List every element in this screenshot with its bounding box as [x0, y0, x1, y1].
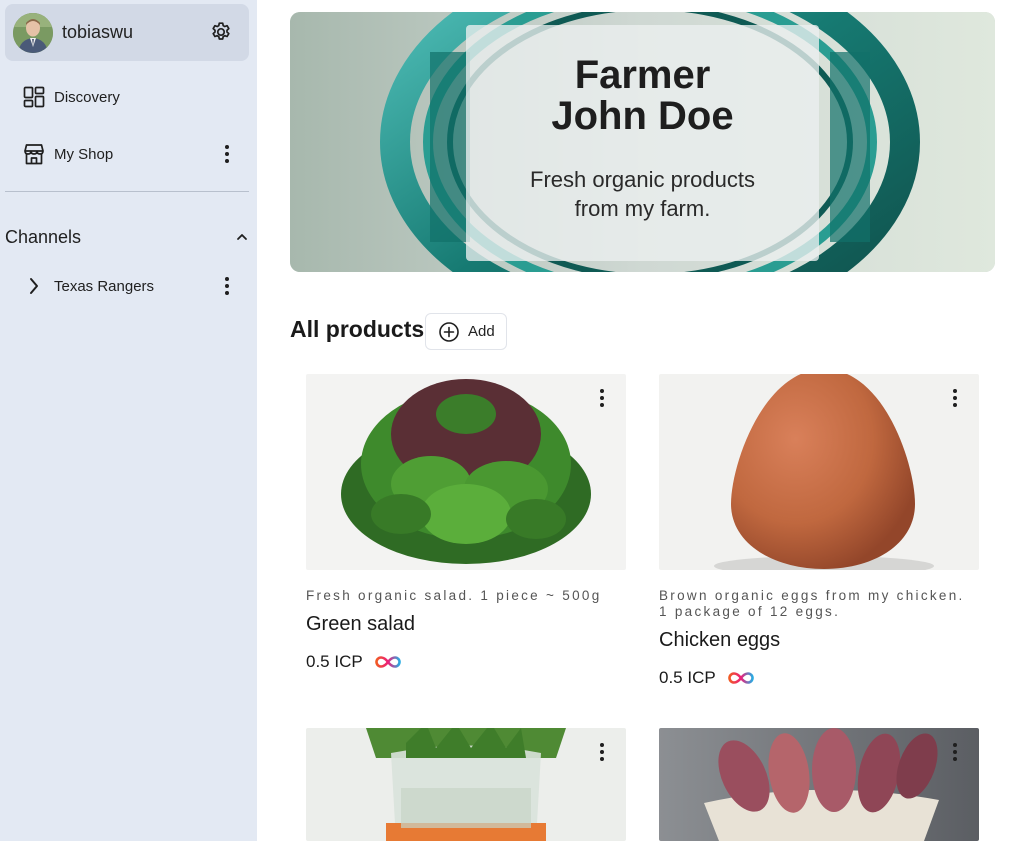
store-icon	[24, 144, 44, 165]
price-row: 0.5 ICP	[306, 652, 626, 672]
channels-heading: Channels	[5, 226, 82, 247]
more-options-icon[interactable]	[947, 740, 963, 764]
product-description: Fresh organic salad. 1 piece ~ 500g	[306, 588, 602, 603]
more-options-icon[interactable]	[219, 142, 235, 166]
channel-label: Texas Rangers	[54, 277, 155, 295]
plus-circle-icon	[439, 321, 459, 342]
sidebar-item-label: Discovery	[54, 88, 120, 106]
icp-logo-icon	[727, 672, 754, 684]
product-image[interactable]	[659, 728, 979, 841]
sidebar-item-label: My Shop	[54, 145, 114, 163]
more-options-icon[interactable]	[219, 274, 235, 298]
shop-title: Farmer John Doe	[551, 53, 734, 138]
banner-panel: Farmer John Doe Fresh organic products f…	[466, 25, 819, 261]
product-card[interactable]: Brown organic eggs from my chicken. 1 pa…	[659, 374, 979, 688]
more-options-icon[interactable]	[594, 740, 610, 764]
carrots-image	[306, 728, 626, 841]
chevron-right-icon	[30, 278, 38, 294]
sidebar: tobiaswu Discovery My Shop Channels Texa…	[0, 0, 257, 841]
gear-icon[interactable]	[209, 20, 233, 44]
sidebar-item-my-shop[interactable]: My Shop	[22, 138, 242, 170]
product-name: Green salad	[306, 613, 415, 635]
sweet-potatoes-image	[659, 728, 979, 841]
app-root: tobiaswu Discovery My Shop Channels Texa…	[0, 0, 1024, 841]
products-heading: All products	[290, 316, 425, 342]
product-card[interactable]: Fresh organic salad. 1 piece ~ 500g Gree…	[306, 374, 626, 672]
icp-logo-icon	[374, 656, 401, 668]
user-profile[interactable]: tobiaswu	[5, 4, 249, 61]
add-button-label: Add	[468, 323, 495, 340]
product-card[interactable]	[306, 728, 626, 841]
add-product-button[interactable]: Add	[425, 313, 507, 350]
shop-banner: Farmer John Doe Fresh organic products f…	[290, 12, 995, 272]
channels-toggle[interactable]: Channels	[5, 224, 251, 250]
product-image[interactable]	[306, 728, 626, 841]
sidebar-item-discovery[interactable]: Discovery	[22, 81, 242, 113]
more-options-icon[interactable]	[594, 386, 610, 410]
product-image[interactable]	[306, 374, 626, 570]
product-price: 0.5 ICP	[306, 652, 363, 671]
product-name: Chicken eggs	[659, 629, 781, 651]
product-price: 0.5 ICP	[659, 668, 716, 687]
avatar[interactable]	[13, 12, 53, 53]
product-description: Brown organic eggs from my chicken. 1 pa…	[659, 588, 965, 619]
price-row: 0.5 ICP	[659, 668, 979, 688]
shop-subtitle: Fresh organic products from my farm.	[530, 167, 755, 221]
chevron-up-icon	[237, 234, 247, 240]
sidebar-divider	[5, 191, 249, 192]
channel-item-texas-rangers[interactable]: Texas Rangers	[22, 270, 242, 302]
username: tobiaswu	[62, 22, 134, 42]
more-options-icon[interactable]	[947, 386, 963, 410]
egg-image	[659, 374, 979, 570]
salad-image	[306, 374, 626, 570]
dashboard-icon	[23, 86, 45, 108]
product-image[interactable]	[659, 374, 979, 570]
product-card[interactable]	[659, 728, 979, 841]
